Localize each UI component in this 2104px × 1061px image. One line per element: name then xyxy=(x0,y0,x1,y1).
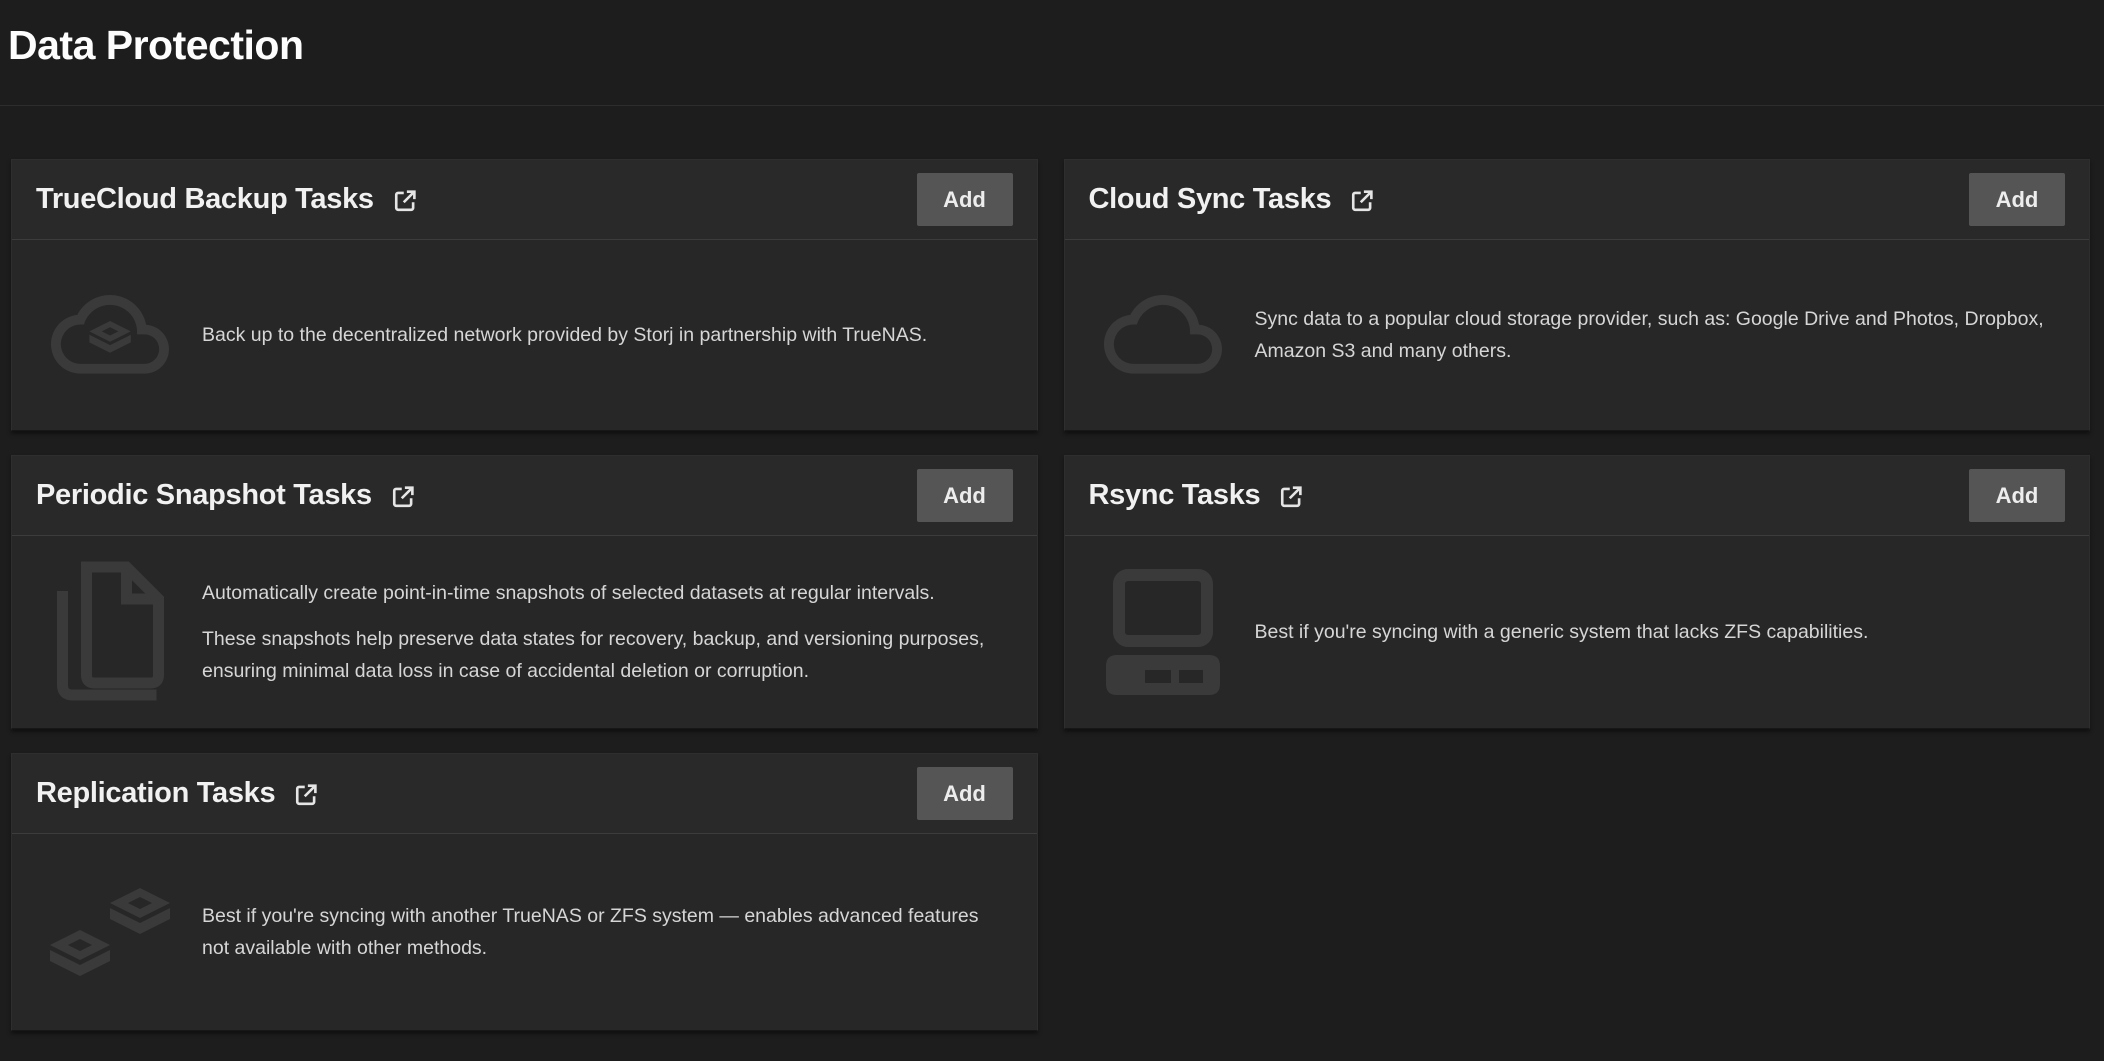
card-title: TrueCloud Backup Tasks xyxy=(36,183,420,216)
card-description-block: Sync data to a popular cloud storage pro… xyxy=(1255,303,2054,367)
card-header: Replication Tasks Add xyxy=(12,754,1037,834)
card-title-text: TrueCloud Backup Tasks xyxy=(36,183,374,216)
card-header: Cloud Sync Tasks Add xyxy=(1065,160,2090,240)
card-title-text: Rsync Tasks xyxy=(1089,479,1261,512)
card-body: Back up to the decentralized network pro… xyxy=(12,240,1037,430)
task-card: Periodic Snapshot Tasks Add xyxy=(11,455,1038,729)
card-description: Best if you're syncing with another True… xyxy=(202,900,1001,964)
task-card: Rsync Tasks Add Best if xyxy=(1064,455,2091,729)
card-description: Automatically create point-in-time snaps… xyxy=(202,577,1001,609)
card-body: Best if you're syncing with another True… xyxy=(12,834,1037,1030)
cloud-icon xyxy=(1104,295,1222,375)
card-description-block: Best if you're syncing with a generic sy… xyxy=(1255,616,2054,648)
page-title: Data Protection xyxy=(8,21,2092,69)
external-link-icon[interactable] xyxy=(291,780,321,810)
card-header: Rsync Tasks Add xyxy=(1065,456,2090,536)
card-description-block: Best if you're syncing with another True… xyxy=(202,900,1001,964)
card-icon xyxy=(48,295,172,375)
task-card: Cloud Sync Tasks Add xyxy=(1064,159,2091,431)
external-link-icon[interactable] xyxy=(388,482,418,512)
card-icon xyxy=(1101,569,1225,695)
card-title: Periodic Snapshot Tasks xyxy=(36,479,418,512)
card-description: Best if you're syncing with a generic sy… xyxy=(1255,616,2054,648)
card-header: TrueCloud Backup Tasks Add xyxy=(12,160,1037,240)
card-body: Sync data to a popular cloud storage pro… xyxy=(1065,240,2090,430)
card-body: Automatically create point-in-time snaps… xyxy=(12,536,1037,728)
card-title: Replication Tasks xyxy=(36,777,321,810)
card-body: Best if you're syncing with a generic sy… xyxy=(1065,536,2090,728)
add-button[interactable]: Add xyxy=(1969,173,2065,226)
card-icon xyxy=(1101,295,1225,375)
add-button[interactable]: Add xyxy=(917,469,1013,522)
card-description: Sync data to a popular cloud storage pro… xyxy=(1255,303,2054,367)
card-description: These snapshots help preserve data state… xyxy=(202,623,1001,687)
card-title: Rsync Tasks xyxy=(1089,479,1307,512)
card-icon xyxy=(48,887,172,977)
external-link-icon[interactable] xyxy=(390,186,420,216)
computer-icon xyxy=(1106,569,1220,695)
add-button[interactable]: Add xyxy=(917,767,1013,820)
card-header: Periodic Snapshot Tasks Add xyxy=(12,456,1037,536)
task-card: Replication Tasks Add xyxy=(11,753,1038,1031)
snapshots-icon xyxy=(54,561,167,703)
card-title-text: Periodic Snapshot Tasks xyxy=(36,479,372,512)
card-description-block: Back up to the decentralized network pro… xyxy=(202,319,1001,351)
add-button[interactable]: Add xyxy=(917,173,1013,226)
external-link-icon[interactable] xyxy=(1276,482,1306,512)
data-protection-card-grid: TrueCloud Backup Tasks Add xyxy=(11,159,2090,1031)
card-icon xyxy=(48,561,172,703)
card-description: Back up to the decentralized network pro… xyxy=(202,319,1001,351)
storj-cloud-icon xyxy=(51,295,169,375)
task-card: TrueCloud Backup Tasks Add xyxy=(11,159,1038,431)
card-description-block: Automatically create point-in-time snaps… xyxy=(202,577,1001,687)
card-title: Cloud Sync Tasks xyxy=(1089,183,1378,216)
card-title-text: Cloud Sync Tasks xyxy=(1089,183,1332,216)
replication-boxes-icon xyxy=(48,887,172,977)
add-button[interactable]: Add xyxy=(1969,469,2065,522)
title-divider xyxy=(0,105,2104,106)
card-title-text: Replication Tasks xyxy=(36,777,275,810)
external-link-icon[interactable] xyxy=(1347,186,1377,216)
